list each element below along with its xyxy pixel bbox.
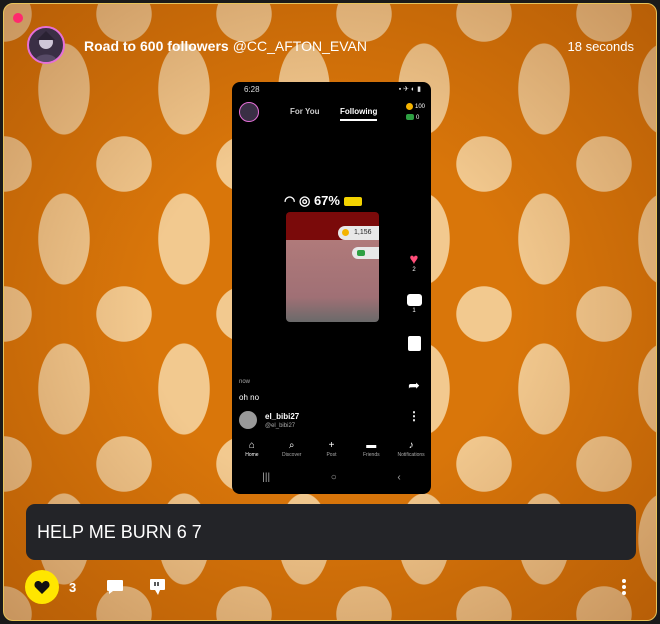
like-count: 3 xyxy=(69,580,77,595)
phone-nav: ⌂ Home ⌕ Discover + Post ▬ Friends ♪ Notifica… xyxy=(232,440,431,466)
back-icon: ‹ xyxy=(397,472,401,483)
home-circle-icon: ○ xyxy=(330,472,337,483)
phone-user-handle: @el_bibi27 xyxy=(265,423,296,429)
bell-icon: ♪ xyxy=(408,440,414,451)
coin-icon xyxy=(405,102,413,110)
avatar-icon xyxy=(35,31,57,62)
inner-status-bar: ◠ ◎ 67% xyxy=(284,193,362,209)
nav-discover: ⌕ Discover xyxy=(274,440,310,466)
phone-screenshot: 6:28 ▪ ✈ ◐ ▮ For You Following 100 0 ◠ ◎… xyxy=(232,82,431,494)
inner-cash-pill xyxy=(352,247,379,259)
chat-icon: ▬ xyxy=(366,440,377,451)
action-bar: 3 xyxy=(4,570,656,610)
phone-like-count: 2 xyxy=(412,267,416,273)
nav-friends: ▬ Friends xyxy=(353,440,389,466)
dislike-button[interactable] xyxy=(149,578,167,596)
phone-user-avatar xyxy=(239,411,257,429)
cash-icon xyxy=(357,250,365,256)
comment-button[interactable] xyxy=(106,579,124,595)
cash-value: 0 xyxy=(415,115,420,121)
heart-icon xyxy=(34,580,50,594)
wifi-icon: ◠ xyxy=(284,193,296,208)
inner-coins-value: 1,156 xyxy=(354,229,372,236)
phone-comment-count: 1 xyxy=(412,308,416,314)
phone-more: ⋮ xyxy=(404,410,424,422)
comment-icon xyxy=(107,580,123,594)
tab-following: Following xyxy=(340,107,378,121)
post-title[interactable]: Road to 600 followers xyxy=(84,38,229,54)
more-icon: ⋮ xyxy=(408,409,420,423)
phone-status-icons: ▪ ✈ ◐ ▮ xyxy=(398,86,421,93)
phone-now-label: now xyxy=(239,379,251,385)
heart-icon: ♥ xyxy=(409,251,419,268)
nav-home: ⌂ Home xyxy=(234,440,270,466)
coin-icon xyxy=(342,229,349,236)
recents-icon: ||| xyxy=(262,472,271,483)
phone-share: ➦ xyxy=(404,378,424,392)
phone-dislike xyxy=(404,336,424,353)
more-options-button[interactable] xyxy=(620,578,628,596)
comment-icon xyxy=(406,294,422,306)
post-time: 18 seconds xyxy=(567,39,635,54)
notification-dot xyxy=(13,13,23,23)
phone-avatar xyxy=(239,102,259,122)
tab-for-you: For You xyxy=(290,107,320,116)
inner-coin-pill: 1,156 xyxy=(338,226,379,240)
search-icon: ⌕ xyxy=(288,440,295,451)
nav-post: + Post xyxy=(313,440,349,466)
nav-notifications: ♪ Notifications xyxy=(393,440,429,466)
home-icon: ⌂ xyxy=(248,440,255,451)
battery-percent: 67% xyxy=(313,193,340,208)
inner-screenshot: 1,156 xyxy=(286,212,379,322)
phone-user-name: el_bibi27 xyxy=(265,412,300,421)
coins-value: 100 xyxy=(414,104,425,110)
dislike-icon xyxy=(407,336,421,351)
phone-caption: oh no xyxy=(239,393,260,402)
phone-system-bar: ||| ○ ‹ xyxy=(232,472,431,488)
dislike-icon xyxy=(150,579,165,595)
post-user[interactable]: @CC_AFTON_EVAN xyxy=(233,38,367,54)
post-header: Road to 600 followers @CC_AFTON_EVAN xyxy=(84,38,367,54)
sync-icon: ◎ xyxy=(298,193,311,208)
phone-comment: 1 xyxy=(404,294,424,314)
like-button[interactable] xyxy=(25,570,59,604)
phone-like: ♥ 2 xyxy=(404,252,424,273)
comment-box: HELP ME BURN 6 7 xyxy=(26,504,636,560)
share-icon: ➦ xyxy=(408,377,420,393)
avatar[interactable] xyxy=(27,26,65,64)
cash-icon xyxy=(405,114,414,121)
plus-icon: + xyxy=(328,440,335,451)
phone-status-time: 6:28 xyxy=(244,85,260,94)
phone-balance: 100 0 xyxy=(405,102,425,124)
battery-icon xyxy=(343,197,362,207)
post-card: Road to 600 followers @CC_AFTON_EVAN 18 s… xyxy=(3,3,657,621)
more-icon xyxy=(622,579,626,595)
comment-text: HELP ME BURN 6 7 xyxy=(37,522,202,542)
